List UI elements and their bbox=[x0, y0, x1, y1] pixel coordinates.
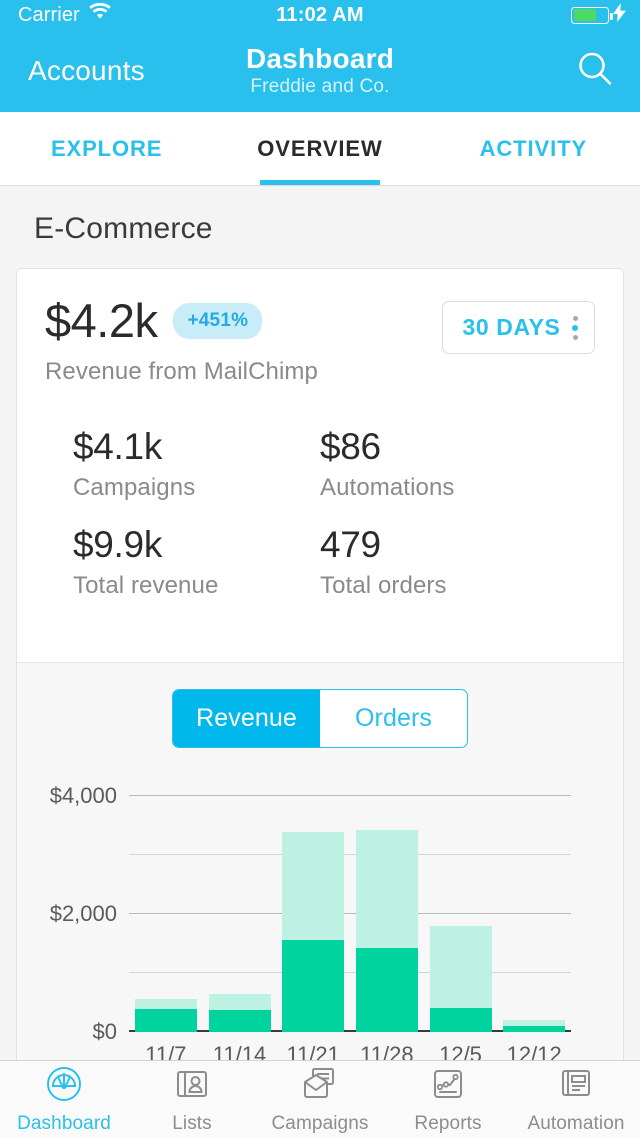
gauge-icon bbox=[45, 1065, 83, 1108]
status-bar-right bbox=[571, 2, 626, 28]
hero-subtitle: Revenue from MailChimp bbox=[45, 358, 318, 385]
card-chart-section: Revenue Orders $0 $2,000 $4,000 11/7 11/14 11… bbox=[17, 661, 623, 1074]
chart-bar-segment-automations bbox=[355, 829, 418, 948]
hero-row: $4.2k +451% Revenue from MailChimp 30 DA… bbox=[45, 297, 595, 386]
tabbar-label: Campaigns bbox=[271, 1112, 369, 1134]
chart-bar-segment-campaigns bbox=[134, 1009, 197, 1032]
chart-bars: 11/7 11/14 11/21 11/28 12/5 12/12 bbox=[129, 796, 571, 1067]
battery-icon bbox=[571, 6, 613, 24]
chart-stacked-bar bbox=[503, 1020, 566, 1032]
tabbar-item-campaigns[interactable]: Campaigns bbox=[256, 1061, 384, 1138]
chart-bar-segment-campaigns bbox=[355, 947, 418, 1032]
chart-y-tick-label: $0 bbox=[92, 1018, 117, 1044]
tabbar-label: Reports bbox=[414, 1112, 482, 1134]
chart-bar-segment-automations bbox=[208, 993, 271, 1010]
tabbar-item-lists[interactable]: Lists bbox=[128, 1061, 256, 1138]
documents-icon bbox=[557, 1065, 595, 1108]
stat-value: 479 bbox=[320, 523, 381, 565]
chart-plot-area: $0 $2,000 $4,000 11/7 11/14 11/21 11/28 12/5 12/… bbox=[50, 783, 571, 1067]
stat-total-orders: 479 Total orders bbox=[320, 523, 567, 600]
chart-stacked-bar bbox=[208, 993, 271, 1032]
chart-mode-segmented-control: Revenue Orders bbox=[172, 688, 468, 748]
section-title-ecommerce: E-Commerce bbox=[34, 212, 213, 245]
chart-bar-column[interactable]: 11/7 bbox=[129, 796, 203, 1067]
phone-screen: Carrier 11:02 AM Accounts Dashboard Fred… bbox=[0, 0, 640, 1138]
date-range-button[interactable]: 30 DAYS bbox=[441, 301, 595, 354]
chart-stacked-bar bbox=[282, 832, 345, 1032]
status-bar: Carrier 11:02 AM bbox=[0, 0, 640, 30]
stat-value: $86 bbox=[320, 426, 381, 467]
chart-bar-column[interactable]: 11/14 bbox=[203, 796, 277, 1067]
tabbar-item-dashboard[interactable]: Dashboard bbox=[0, 1061, 128, 1138]
segment-revenue[interactable]: Revenue bbox=[173, 689, 320, 747]
tab-overview[interactable]: OVERVIEW bbox=[213, 112, 426, 185]
chart-bar-segment-campaigns bbox=[208, 1009, 271, 1032]
search-icon[interactable] bbox=[574, 48, 616, 95]
stat-automations: $86 Automations bbox=[320, 426, 567, 502]
tab-activity[interactable]: ACTIVITY bbox=[427, 112, 640, 185]
stat-campaigns: $4.1k Campaigns bbox=[73, 426, 320, 502]
hero-change-badge: +451% bbox=[173, 302, 263, 339]
stat-label: Total revenue bbox=[73, 571, 219, 599]
stat-label: Campaigns bbox=[73, 473, 196, 501]
chart-bar-segment-automations bbox=[429, 925, 492, 1009]
stat-label: Automations bbox=[320, 473, 455, 501]
tab-bar-top: EXPLORE OVERVIEW ACTIVITY bbox=[0, 112, 640, 186]
bottom-tab-bar: Dashboard Lists Campaigns Reports Automa… bbox=[0, 1060, 640, 1138]
tabbar-label: Lists bbox=[172, 1112, 212, 1134]
chart-bar-column[interactable]: 11/28 bbox=[350, 796, 424, 1067]
hero-revenue-value: $4.2k bbox=[45, 294, 158, 347]
chart-bar-segment-automations bbox=[134, 998, 197, 1010]
hero-block: $4.2k +451% Revenue from MailChimp bbox=[45, 297, 318, 386]
segment-orders[interactable]: Orders bbox=[320, 690, 467, 747]
date-range-label: 30 DAYS bbox=[462, 314, 561, 340]
stat-label: Total orders bbox=[320, 571, 447, 599]
tabbar-item-automation[interactable]: Automation bbox=[512, 1061, 640, 1138]
stat-value: $9.9k bbox=[73, 523, 163, 565]
stats-grid: $4.1k Campaigns $86 Automations $9.9k To… bbox=[45, 386, 595, 636]
stat-total-revenue: $9.9k Total revenue bbox=[73, 523, 320, 600]
open-envelope-icon bbox=[301, 1065, 339, 1108]
tab-explore[interactable]: EXPLORE bbox=[0, 112, 213, 185]
ecommerce-card: $4.2k +451% Revenue from MailChimp 30 DA… bbox=[16, 268, 624, 1075]
chart-bar-column[interactable]: 11/21 bbox=[276, 796, 350, 1067]
chart-y-tick-label: $4,000 bbox=[49, 782, 117, 808]
tabbar-label: Dashboard bbox=[17, 1112, 111, 1134]
content-area: E-Commerce $4.2k +451% Revenue from Mail… bbox=[0, 186, 640, 1075]
chart-bar-column[interactable]: 12/12 bbox=[497, 796, 571, 1067]
back-button-accounts[interactable]: Accounts bbox=[0, 55, 145, 87]
chart-bar-segment-automations bbox=[282, 832, 345, 940]
tabbar-label: Automation bbox=[527, 1112, 625, 1134]
contact-cards-icon bbox=[173, 1065, 211, 1108]
chart-stacked-bar bbox=[429, 925, 492, 1032]
status-bar-time: 11:02 AM bbox=[276, 3, 364, 26]
lightning-bolt-icon bbox=[613, 2, 626, 28]
kebab-menu-icon bbox=[572, 315, 578, 340]
navigation-bar: Accounts Dashboard Freddie and Co. bbox=[0, 30, 640, 112]
card-summary: $4.2k +451% Revenue from MailChimp 30 DA… bbox=[17, 269, 623, 662]
hero-value-row: $4.2k +451% bbox=[45, 297, 318, 344]
chart-bar-segment-campaigns bbox=[503, 1026, 566, 1032]
chart-bar-column[interactable]: 12/5 bbox=[424, 796, 498, 1067]
line-chart-icon bbox=[429, 1065, 467, 1108]
chart-bar-segment-campaigns bbox=[282, 939, 345, 1032]
tabbar-item-reports[interactable]: Reports bbox=[384, 1061, 512, 1138]
chart-stacked-bar bbox=[355, 829, 418, 1032]
revenue-bar-chart: $0 $2,000 $4,000 11/7 11/14 11/21 11/28 12/5 12/… bbox=[17, 774, 623, 1074]
chart-stacked-bar bbox=[134, 998, 197, 1032]
chart-bar-segment-campaigns bbox=[429, 1008, 492, 1032]
chart-y-tick-label: $2,000 bbox=[49, 900, 117, 926]
stat-value: $4.1k bbox=[73, 426, 163, 467]
